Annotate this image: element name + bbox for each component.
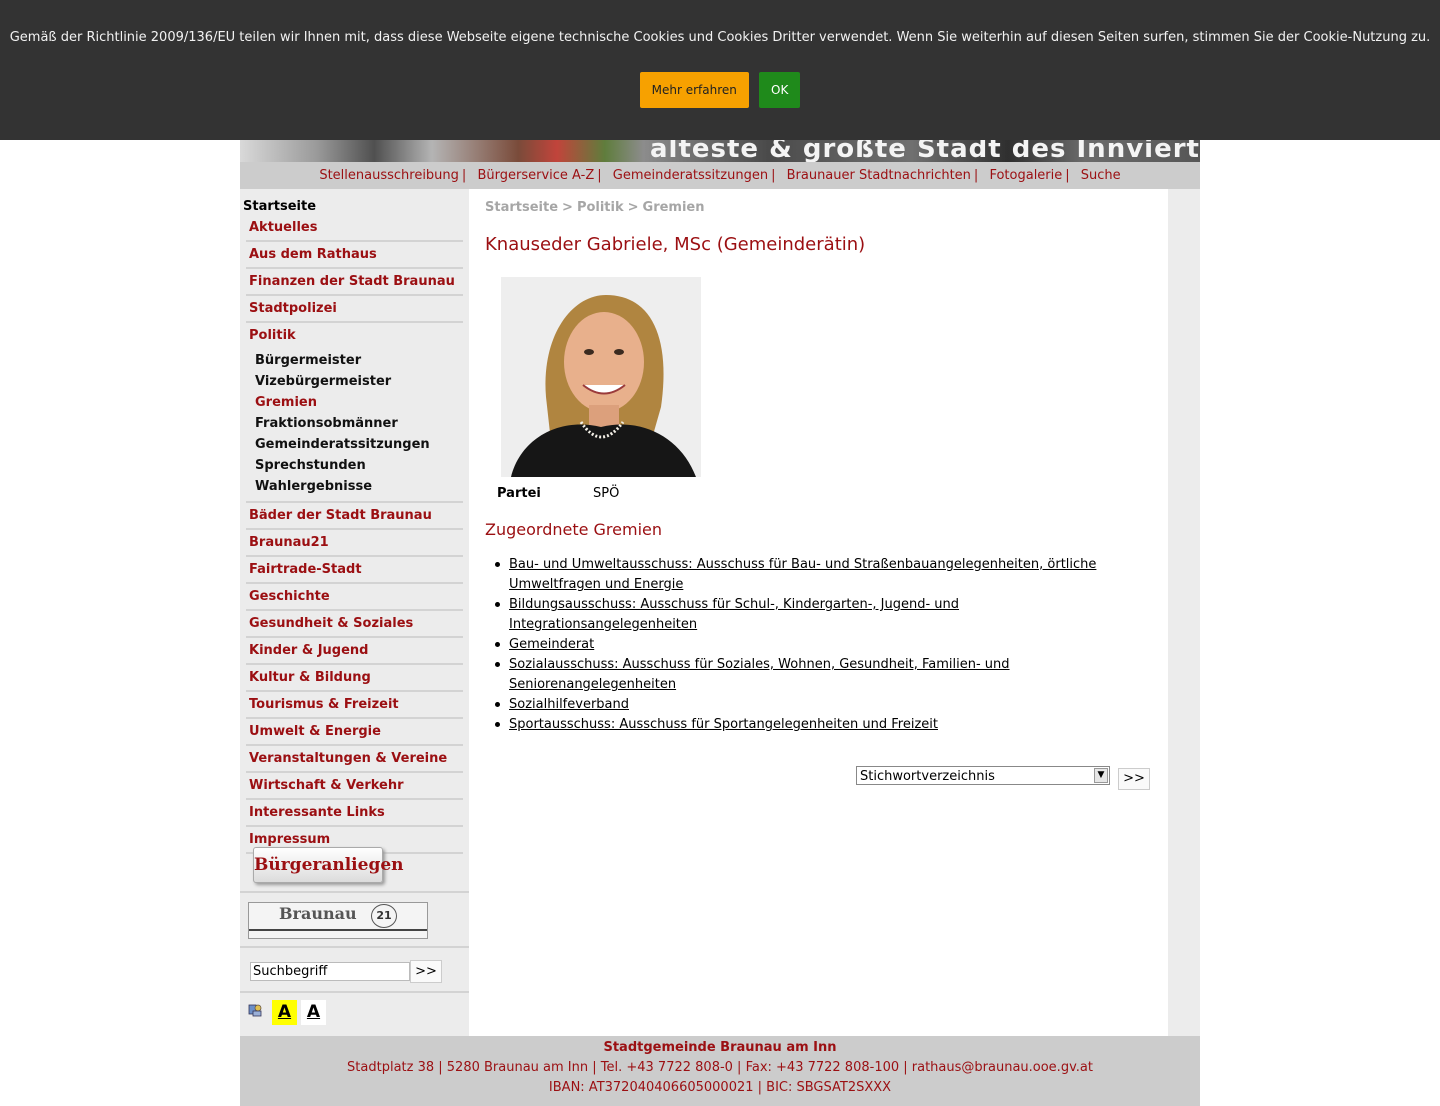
sidebar-item-fairtrade[interactable]: Fairtrade-Stadt <box>246 557 463 584</box>
sidebar-subitem-gremien[interactable]: Gremien <box>255 392 463 413</box>
topnav-stadtnachrichten[interactable]: Braunauer Stadtnachrichten <box>787 168 971 183</box>
contrast-normal-button[interactable]: A <box>301 1000 326 1025</box>
search-input[interactable]: Suchbegriff <box>250 962 410 981</box>
party-value: SPÖ <box>593 486 620 501</box>
section-title-gremien: Zugeordnete Gremien <box>485 520 663 539</box>
sidebar-subitem-wahlergebnisse[interactable]: Wahlergebnisse <box>255 476 463 497</box>
braunau21-logo[interactable]: Braunau 21 <box>248 902 428 939</box>
sidebar-item-politik[interactable]: Politik <box>246 323 463 348</box>
cookie-buttons: Mehr erfahren OK <box>0 72 1440 108</box>
sidebar-item-gesundheit[interactable]: Gesundheit & Soziales <box>246 611 463 638</box>
breadcrumb-home[interactable]: Startseite <box>485 200 558 215</box>
sidebar-item-aktuelles[interactable]: Aktuelles <box>246 215 463 242</box>
top-navigation: Stellenausschreibung | Bürgerservice A-Z |… <box>240 162 1200 189</box>
sidebar-item-veranstaltungen[interactable]: Veranstaltungen & Vereine <box>246 746 463 773</box>
topnav-separator: | <box>973 168 979 183</box>
braunau21-logo-text: Braunau <box>279 904 357 923</box>
sidebar-item-umwelt[interactable]: Umwelt & Energie <box>246 719 463 746</box>
sidebar-subitem-sprechstunden[interactable]: Sprechstunden <box>255 455 463 476</box>
sidebar: Startseite Aktuelles Aus dem Rathaus Fin… <box>240 189 469 1036</box>
sidebar-subitem-vizebuergermeister[interactable]: Vizebürgermeister <box>255 371 463 392</box>
sidebar-item-stadtpolizei[interactable]: Stadtpolizei <box>246 296 463 323</box>
list-item: Sozialhilfeverband <box>495 695 1149 715</box>
footer-org-name: Stadtgemeinde Braunau am Inn <box>603 1040 837 1055</box>
topnav-separator: | <box>597 168 602 183</box>
breadcrumb-gremien[interactable]: Gremien <box>643 200 705 215</box>
cookie-text: Gemäß der Richtlinie 2009/136/EU teilen … <box>9 30 1431 45</box>
breadcrumb-separator: > <box>562 200 573 215</box>
stichwort-select[interactable]: Stichwortverzeichnis ▼ <box>856 766 1110 785</box>
search-submit-button[interactable]: >> <box>410 960 442 983</box>
topnav-fotogalerie[interactable]: Fotogalerie <box>989 168 1062 183</box>
gremien-list: Bau- und Umweltausschuss: Ausschuss für … <box>495 555 1149 735</box>
page-title: Knauseder Gabriele, MSc (Gemeinderätin) <box>485 234 866 255</box>
topnav-separator: | <box>461 168 467 183</box>
cookie-banner: Gemäß der Richtlinie 2009/136/EU teilen … <box>0 0 1440 140</box>
sidebar-item-geschichte[interactable]: Geschichte <box>246 584 463 611</box>
topnav-separator: | <box>771 168 776 183</box>
topnav-suche[interactable]: Suche <box>1081 168 1121 183</box>
sidebar-item-braunau21[interactable]: Braunau21 <box>246 530 463 557</box>
gremium-link-bildung[interactable]: Bildungsausschuss: Ausschuss für Schul-,… <box>509 597 959 632</box>
sidebar-item-rathaus[interactable]: Aus dem Rathaus <box>246 242 463 269</box>
sidebar-subitem-fraktionsobmaenner[interactable]: Fraktionsobmänner <box>255 413 463 434</box>
gremium-link-gemeinderat[interactable]: Gemeinderat <box>509 637 594 652</box>
gremium-link-sport[interactable]: Sportausschuss: Ausschuss für Sportangel… <box>509 717 938 732</box>
gremium-link-bau[interactable]: Bau- und Umweltausschuss: Ausschuss für … <box>509 557 1096 592</box>
breadcrumb: Startseite > Politik > Gremien <box>485 200 705 215</box>
accessibility-tools-icon[interactable] <box>247 1002 263 1018</box>
right-column <box>1168 189 1200 1036</box>
sidebar-item-kinder[interactable]: Kinder & Jugend <box>246 638 463 665</box>
sidebar-home-link[interactable]: Startseite <box>243 199 316 214</box>
breadcrumb-politik[interactable]: Politik <box>577 200 624 215</box>
portrait-photo <box>501 277 701 477</box>
topnav-buergerservice[interactable]: Bürgerservice A-Z <box>477 168 594 183</box>
sidebar-item-finanzen[interactable]: Finanzen der Stadt Braunau <box>246 269 463 296</box>
stichwort-submit-button[interactable]: >> <box>1118 768 1150 790</box>
breadcrumb-separator: > <box>627 200 639 215</box>
main-content: Startseite > Politik > Gremien Knauseder Gab… <box>469 189 1168 1036</box>
sidebar-item-baeder[interactable]: Bäder der Stadt Braunau <box>246 503 463 530</box>
header-slogan: älteste & größte Stadt des Innviertels <box>650 140 1200 162</box>
portrait-image <box>501 277 701 477</box>
sidebar-item-wirtschaft[interactable]: Wirtschaft & Verkehr <box>246 773 463 800</box>
footer: Stadtgemeinde Braunau am Inn Stadtplatz … <box>240 1036 1200 1106</box>
sidebar-subitem-buergermeister[interactable]: Bürgermeister <box>255 350 463 371</box>
list-item: Gemeinderat <box>495 635 1149 655</box>
stichwort-select-value: Stichwortverzeichnis <box>860 769 995 784</box>
chevron-down-icon[interactable]: ▼ <box>1094 768 1108 783</box>
sidebar-submenu-politik: Bürgermeister Vizebürgermeister Gremien … <box>246 348 463 503</box>
sidebar-item-tourismus[interactable]: Tourismus & Freizeit <box>246 692 463 719</box>
sidebar-divider <box>240 891 469 893</box>
sidebar-item-kultur[interactable]: Kultur & Bildung <box>246 665 463 692</box>
sidebar-divider <box>240 991 469 993</box>
braunau21-skyline <box>249 929 427 931</box>
topnav-separator: | <box>1065 168 1070 183</box>
footer-contact: Stadtplatz 38 | 5280 Braunau am Inn | Te… <box>347 1060 1093 1075</box>
list-item: Sozialausschuss: Ausschuss für Soziales,… <box>495 655 1149 695</box>
topnav-stellenausschreibung[interactable]: Stellenausschreibung <box>319 168 459 183</box>
gremium-link-sozial[interactable]: Sozialausschuss: Ausschuss für Soziales,… <box>509 657 1010 692</box>
header-banner: älteste & größte Stadt des Innviertels <box>240 140 1200 162</box>
list-item: Bildungsausschuss: Ausschuss für Schul-,… <box>495 595 1149 635</box>
ok-button[interactable]: OK <box>759 72 801 108</box>
sidebar-divider <box>240 946 469 948</box>
more-info-button[interactable]: Mehr erfahren <box>639 72 749 108</box>
gremium-link-sozialhilfeverband[interactable]: Sozialhilfeverband <box>509 697 629 712</box>
party-label: Partei <box>497 486 541 501</box>
footer-bank: IBAN: AT372040406605000021 | BIC: SBGSAT… <box>548 1080 892 1095</box>
list-item: Sportausschuss: Ausschuss für Sportangel… <box>495 715 1149 735</box>
braunau21-logo-number: 21 <box>371 904 397 928</box>
contrast-high-button[interactable]: A <box>272 1000 297 1025</box>
sidebar-menu: Aktuelles Aus dem Rathaus Finanzen der S… <box>246 215 463 854</box>
topnav-gemeinderatssitzungen[interactable]: Gemeinderatssitzungen <box>613 168 768 183</box>
buergeranliegen-button[interactable]: Bürgeranliegen <box>253 847 404 883</box>
sidebar-item-links[interactable]: Interessante Links <box>246 800 463 827</box>
sidebar-subitem-gemeinderatssitzungen[interactable]: Gemeinderatssitzungen <box>255 434 463 455</box>
list-item: Bau- und Umweltausschuss: Ausschuss für … <box>495 555 1149 595</box>
